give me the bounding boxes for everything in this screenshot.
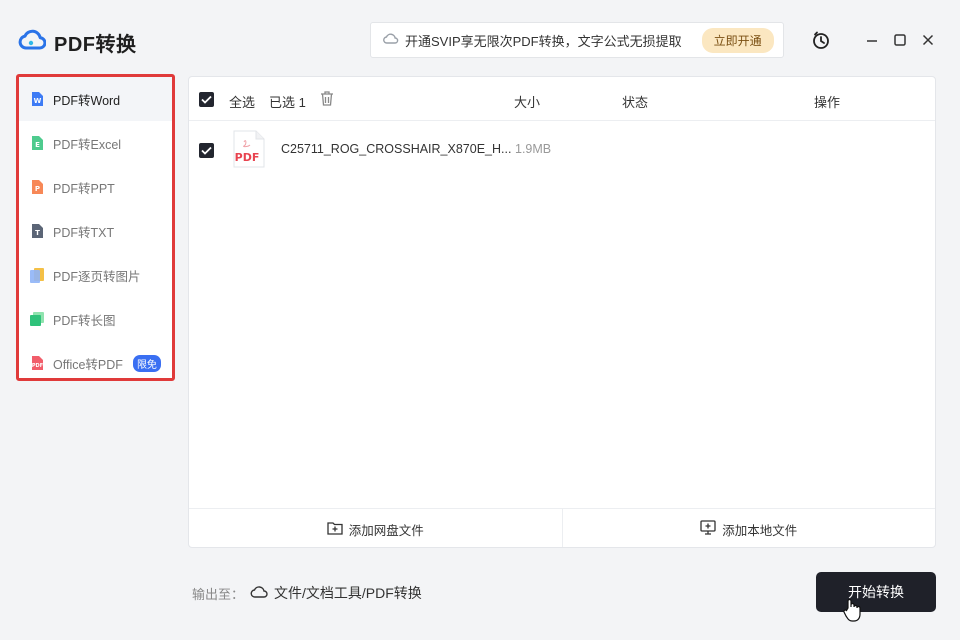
promo-text: 开通SVIP享无限次PDF转换，文字公式无损提取	[405, 33, 682, 49]
excel-icon: E	[29, 135, 45, 151]
sidebar-item-pdf-to-word[interactable]: W PDF转Word	[19, 77, 172, 121]
word-icon: W	[29, 91, 45, 107]
app-logo: PDF转换	[18, 28, 137, 57]
select-all-label[interactable]: 全选	[229, 92, 255, 111]
sidebar-item-pdf-to-long-image[interactable]: PDF转长图	[19, 297, 172, 341]
sidebar-item-office-to-pdf[interactable]: PDF Office转PDF 限免	[19, 341, 172, 378]
add-local-file-label: 添加本地文件	[722, 523, 798, 538]
add-file-bar: 添加网盘文件 添加本地文件	[189, 508, 936, 547]
table-row[interactable]: PDF C25711_ROG_CROSSHAIR_X870E_H... 1.9M…	[189, 121, 935, 179]
close-icon[interactable]	[918, 30, 938, 50]
sidebar-item-pdf-to-ppt[interactable]: P PDF转PPT	[19, 165, 172, 209]
sidebar-item-pdf-pages-to-images[interactable]: PDF逐页转图片	[19, 253, 172, 297]
trash-icon[interactable]	[319, 90, 335, 110]
column-header-size: 大小	[514, 95, 541, 110]
sidebar-item-pdf-to-txt[interactable]: T PDF转TXT	[19, 209, 172, 253]
svg-text:T: T	[35, 229, 40, 237]
column-header-status: 状态	[622, 95, 649, 110]
file-list-panel: 全选 已选 1 大小 状态 操作 PDF C25711_ROG_CROSSHAI…	[188, 76, 936, 548]
output-label: 输出至：	[192, 586, 245, 602]
sidebar-item-label: PDF转长图	[53, 313, 116, 328]
txt-icon: T	[29, 223, 45, 239]
sidebar-item-label: PDF逐页转图片	[53, 269, 141, 284]
free-badge: 限免	[132, 354, 161, 372]
app-title: PDF转换	[54, 34, 137, 56]
output-path: 输出至： 文件/文档工具/PDF转换	[192, 583, 422, 603]
svg-text:W: W	[34, 97, 42, 105]
file-size: 1.9MB	[515, 142, 552, 156]
column-header-actions: 操作	[814, 95, 841, 110]
add-local-file-button[interactable]: 添加本地文件	[561, 509, 936, 547]
svg-text:PDF: PDF	[32, 363, 43, 369]
sidebar-item-label: PDF转Excel	[53, 137, 122, 152]
long-image-icon	[29, 311, 45, 327]
sidebar-item-label: PDF转TXT	[53, 225, 115, 240]
add-cloud-file-button[interactable]: 添加网盘文件	[189, 509, 562, 547]
hand-cursor-icon	[843, 598, 861, 627]
cloud-logo-icon	[18, 29, 47, 56]
select-all-checkbox[interactable]	[199, 92, 214, 107]
maximize-icon[interactable]	[890, 30, 910, 50]
pages-to-image-icon	[29, 267, 45, 283]
selected-count: 已选 1	[269, 95, 306, 110]
check-icon	[201, 95, 212, 104]
sidebar-item-pdf-to-excel[interactable]: E PDF转Excel	[19, 121, 172, 165]
sidebar-item-label: Office转PDF	[53, 357, 123, 372]
check-icon	[201, 146, 212, 155]
cloud-upload-icon	[383, 33, 399, 48]
monitor-add-icon	[700, 520, 716, 538]
svg-text:E: E	[35, 141, 40, 149]
file-name: C25711_ROG_CROSSHAIR_X870E_H...	[281, 142, 512, 156]
conversion-type-sidebar: W PDF转Word E PDF转Excel P PDF转PPT T PDF转T…	[16, 74, 175, 381]
minimize-icon[interactable]	[862, 30, 882, 50]
output-path-link[interactable]: 文件/文档工具/PDF转换	[274, 583, 422, 603]
folder-add-icon	[327, 521, 343, 538]
pdf-file-icon: PDF	[233, 130, 265, 173]
cloud-icon	[250, 585, 268, 602]
sidebar-item-label: PDF转PPT	[53, 181, 115, 196]
row-checkbox[interactable]	[199, 143, 214, 158]
ppt-icon: P	[29, 179, 45, 195]
table-header: 全选 已选 1 大小 状态 操作	[189, 77, 935, 121]
history-icon[interactable]	[811, 30, 831, 50]
add-cloud-file-label: 添加网盘文件	[348, 523, 424, 538]
office-pdf-icon: PDF	[29, 355, 45, 371]
svip-promo-banner[interactable]: 开通SVIP享无限次PDF转换，文字公式无损提取 立即开通	[370, 22, 784, 58]
open-svip-button[interactable]: 立即开通	[701, 27, 774, 53]
start-conversion-button[interactable]: 开始转换	[816, 572, 936, 612]
sidebar-item-label: PDF转Word	[53, 93, 121, 108]
pdf-file-icon-label: PDF	[235, 151, 260, 164]
svg-text:P: P	[35, 185, 40, 193]
